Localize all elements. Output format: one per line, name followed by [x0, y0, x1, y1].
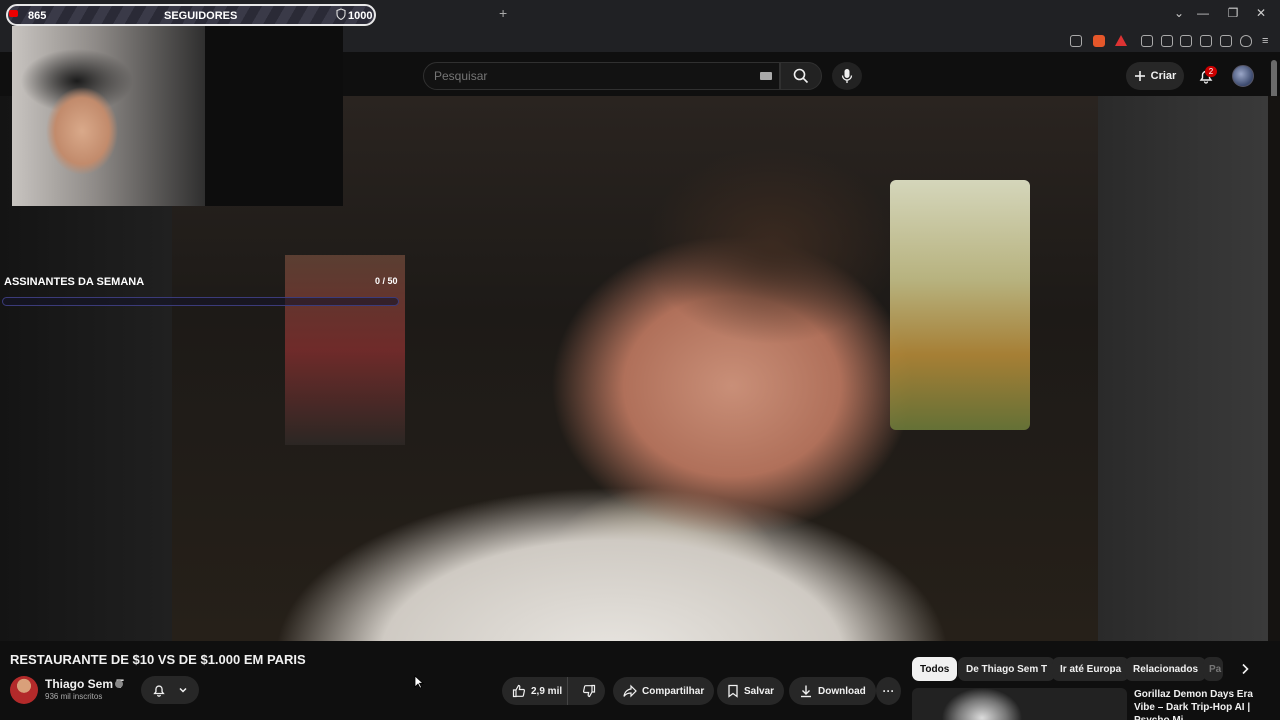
bell-icon — [153, 685, 166, 697]
webcam-background — [205, 26, 343, 206]
channel-avatar[interactable] — [10, 676, 38, 704]
music-icon[interactable] — [1161, 35, 1173, 47]
ai-icon[interactable] — [1220, 35, 1232, 47]
video-letterbox-right — [1098, 96, 1268, 641]
subscriber-count: 936 mil inscritos — [45, 692, 103, 701]
close-window-button[interactable]: ✕ — [1251, 6, 1271, 20]
shield-icon — [336, 8, 346, 20]
mouse-cursor-icon — [414, 675, 424, 689]
video-background-menu-board — [890, 180, 1030, 430]
download-button[interactable]: Download — [789, 677, 876, 705]
share-label: Compartilhar — [642, 685, 705, 697]
thumbs-down-icon — [582, 684, 595, 698]
share-button[interactable]: Compartilhar — [613, 677, 715, 705]
like-dislike-group: 2,9 mil — [502, 677, 605, 705]
channel-name[interactable]: Thiago Sem T — [45, 677, 124, 691]
chip-truncated[interactable]: Pa — [1203, 657, 1223, 681]
download-icon — [801, 685, 811, 698]
like-count: 2,9 mil — [531, 685, 563, 697]
more-actions-button[interactable]: ··· — [876, 677, 901, 705]
chip-from-channel[interactable]: De Thiago Sem T — [958, 657, 1056, 681]
vpn-icon[interactable] — [1240, 35, 1252, 47]
video-title: RESTAURANTE DE $10 VS DE $1.000 EM PARIS — [10, 652, 306, 667]
recommendation-title[interactable]: Gorillaz Demon Days Era Vibe – Dark Trip… — [1134, 688, 1269, 720]
search-box[interactable] — [423, 62, 780, 90]
share-icon — [623, 684, 637, 698]
profile-avatar[interactable] — [1232, 65, 1254, 87]
chip-todos[interactable]: Todos — [912, 657, 958, 681]
tab-search-button[interactable]: ⌄ — [1169, 6, 1189, 20]
bookmark-icon — [728, 684, 738, 698]
recommendation-thumbnail[interactable] — [912, 688, 1127, 720]
weekly-subscribers-count: 0 / 50 — [375, 276, 398, 286]
minimize-button[interactable]: — — [1193, 6, 1213, 20]
subscription-notifications-button[interactable] — [141, 676, 199, 704]
search-input[interactable] — [434, 69, 734, 83]
like-button[interactable]: 2,9 mil — [502, 677, 568, 705]
thumbs-up-icon — [512, 684, 526, 698]
dislike-button[interactable] — [573, 677, 606, 705]
chip-ir-ate-europa[interactable]: Ir até Europa — [1052, 657, 1130, 681]
youtube-logo-icon — [9, 10, 18, 17]
weekly-subscribers-progress — [2, 297, 399, 306]
chevron-right-icon — [1242, 663, 1249, 675]
create-label: Criar — [1150, 70, 1177, 82]
follower-label: SEGUIDORES — [164, 10, 238, 22]
maximize-button[interactable]: ❐ — [1223, 6, 1243, 20]
follower-count: 865 — [28, 10, 47, 22]
new-tab-button[interactable]: + — [499, 5, 507, 21]
verified-icon — [115, 680, 123, 688]
wallet-icon[interactable] — [1200, 35, 1212, 47]
extensions-icon[interactable] — [1141, 35, 1153, 47]
microphone-icon — [841, 69, 853, 83]
weekly-subscribers-label: ASSINANTES DA SEMANA — [4, 276, 145, 288]
save-button[interactable]: Salvar — [717, 677, 785, 705]
chip-relacionados[interactable]: Relacionados — [1125, 657, 1207, 681]
plus-icon — [1134, 71, 1145, 81]
follower-goal: 1000 — [348, 10, 373, 22]
brave-shield-icon[interactable] — [1093, 35, 1105, 47]
cast-icon[interactable] — [1070, 35, 1082, 47]
create-button[interactable]: Criar — [1126, 62, 1184, 90]
download-label: Download — [818, 685, 866, 697]
sidebar-icon[interactable] — [1180, 35, 1192, 47]
follower-goal-bar: 865 SEGUIDORES 1000 — [6, 4, 376, 26]
chevron-down-icon — [179, 687, 187, 693]
save-label: Salvar — [744, 685, 775, 697]
menu-icon[interactable]: ≡ — [1262, 35, 1268, 47]
search-button[interactable] — [780, 62, 822, 90]
rewards-icon[interactable] — [1115, 35, 1127, 46]
voice-search-button[interactable] — [832, 62, 862, 90]
search-icon — [793, 68, 809, 84]
chips-next-button[interactable] — [1236, 660, 1254, 678]
keyboard-icon[interactable] — [760, 72, 772, 80]
notification-badge: 2 — [1205, 66, 1217, 77]
